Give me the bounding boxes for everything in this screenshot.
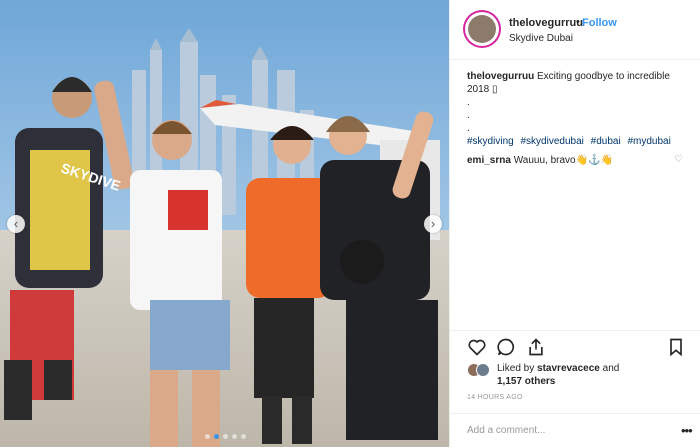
avatar-image [468,15,496,43]
carousel-dot [223,434,228,439]
avatar[interactable] [465,12,499,46]
header-username[interactable]: thelovegurruu [509,17,583,29]
action-bar [450,330,700,361]
heart-icon[interactable] [467,337,487,357]
hashtag-link[interactable]: #skydivedubai [520,136,583,147]
comment-like-heart-icon[interactable]: ♡ [674,154,683,165]
caption-dot: . [467,97,470,108]
location-link[interactable]: Skydive Dubai [509,33,573,44]
timestamp[interactable]: 14 HOURS AGO [467,394,523,401]
comment-icon[interactable] [496,337,516,357]
post-sidebar: thelovegurruu • Follow Skydive Dubai the… [449,0,700,447]
skydive-photo-illustration: SKYDIVE [0,0,449,447]
carousel-dot [232,434,237,439]
share-icon[interactable] [526,337,546,357]
liker-avatar [476,363,490,377]
instagram-post: SKYDIVE ‹ › thelovegurruu • Follow Skydi… [0,0,700,447]
hashtag-link[interactable]: #skydiving [467,136,514,147]
carousel-dot [205,434,210,439]
more-options-icon[interactable]: ••• [681,423,693,438]
likes-count[interactable]: 1,157 others [497,376,555,387]
chevron-left-icon[interactable]: ‹ [7,215,25,233]
liker-avatars [467,363,491,377]
caption-text-line2: 2018 ▯ [467,84,498,95]
likes-conj: and [602,363,620,374]
add-comment-input[interactable]: Add a comment... [467,425,545,436]
bookmark-icon[interactable] [666,337,686,357]
caption-dot: . [467,123,470,134]
likes-prefix: Liked by [497,363,535,374]
separator-dot: • [576,16,580,28]
hashtags: #skydiving #skydivedubai #dubai #mydubai [467,136,675,147]
add-comment-bar: Add a comment... ••• [450,413,700,448]
comment-username[interactable]: emi_srna [467,155,511,166]
caption-dot: . [467,110,470,121]
likes-user[interactable]: stavrevacece [537,363,600,374]
caption-username[interactable]: thelovegurruu [467,71,534,82]
caption: thelovegurruu Exciting goodbye to incred… [467,70,689,135]
carousel-dot-active [214,434,219,439]
likes-text: Liked by stavrevacece and 1,157 others [497,362,677,388]
follow-button[interactable]: Follow [582,17,617,29]
chevron-right-icon[interactable]: › [424,215,442,233]
post-header: thelovegurruu • Follow Skydive Dubai [450,0,700,60]
comment-text: Wauuu, bravo👋⚓👋 [513,155,613,166]
comment: emi_srna Wauuu, bravo👋⚓👋 [467,155,672,166]
carousel-dots [205,434,246,439]
caption-text-line1: Exciting goodbye to incredible [537,71,670,82]
carousel-dot [241,434,246,439]
hashtag-link[interactable]: #mydubai [627,136,670,147]
post-photo[interactable]: SKYDIVE ‹ › [0,0,449,447]
hashtag-link[interactable]: #dubai [591,136,621,147]
